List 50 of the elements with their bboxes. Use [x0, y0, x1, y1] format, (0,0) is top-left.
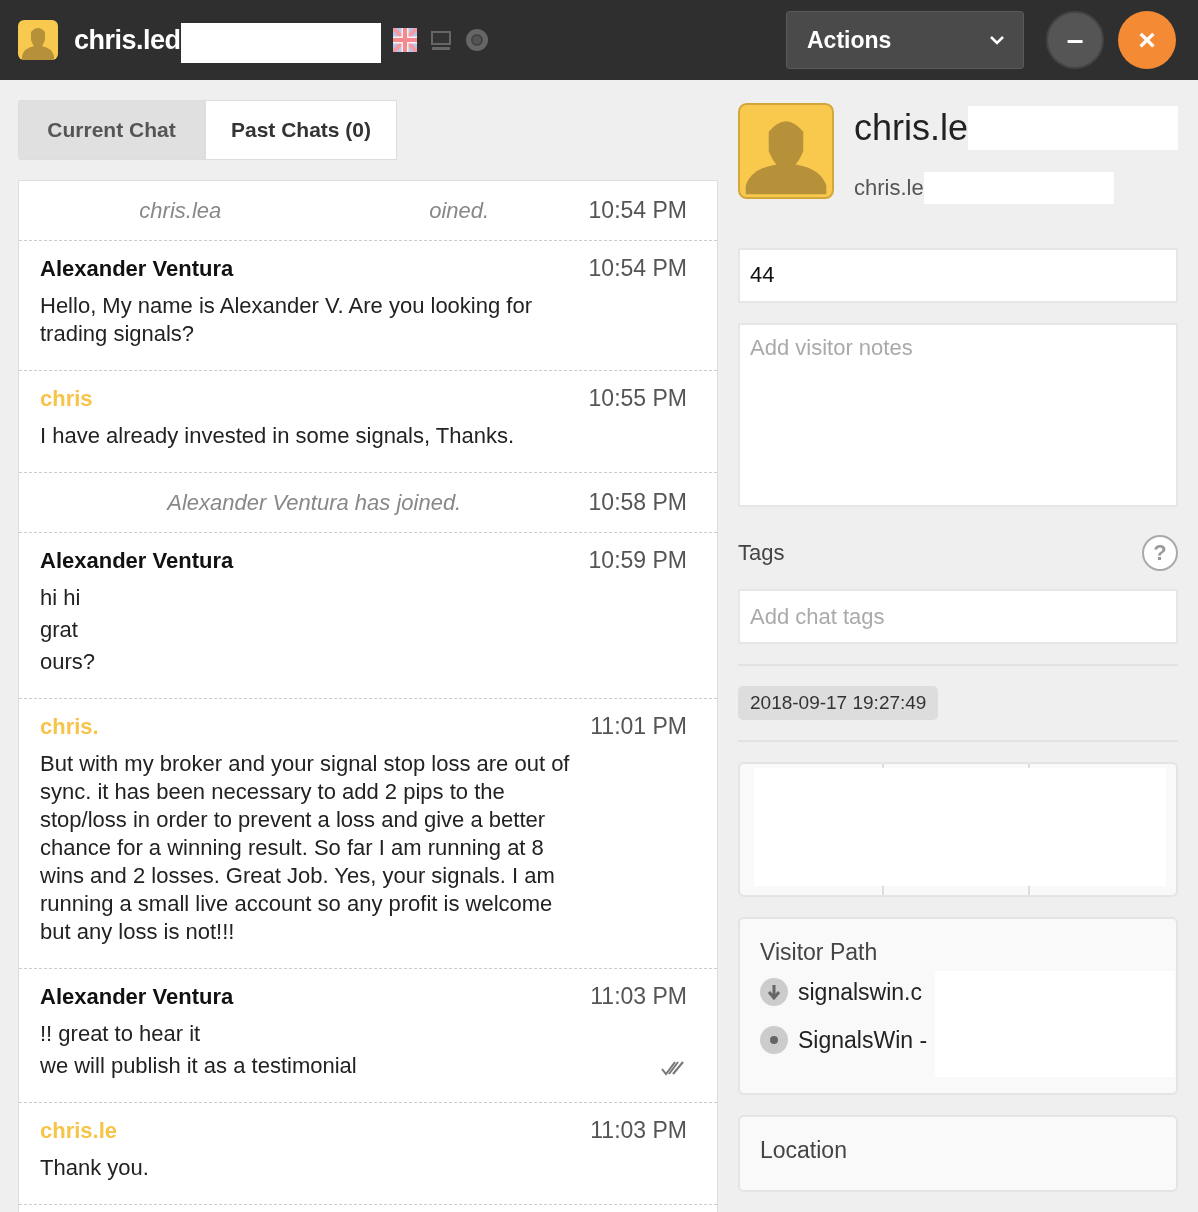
message-text: ours? — [40, 648, 97, 676]
arrow-down-icon — [760, 978, 788, 1007]
visitor-name: chris.led — [74, 24, 181, 56]
system-message: oined. — [429, 197, 490, 224]
message-text: !! great to hear it — [40, 1020, 202, 1048]
card-title: Visitor Path — [760, 939, 879, 967]
message-text: Thank you. — [40, 1154, 150, 1182]
message-text: we will publish it as a testimonial — [40, 1052, 358, 1080]
message-time: 10:55 PM — [588, 385, 687, 412]
timestamp-badge: 2018-09-17 19:27:49 — [738, 686, 939, 721]
tags-field[interactable]: Add chat tags — [738, 589, 1178, 645]
tab[interactable]: Current Chat — [18, 100, 205, 160]
path-entry[interactable]: signalswin.c — [798, 978, 922, 1006]
notes-field[interactable]: Add visitor notes — [738, 323, 1178, 508]
system-message: Alexander Ventura has joined. — [167, 489, 462, 516]
actions-dropdown[interactable]: Actions — [786, 11, 1024, 69]
message-author: Alexander Ventura — [40, 256, 234, 282]
profile-username: chris.le — [853, 175, 924, 201]
path-entry[interactable]: SignalsWin - — [798, 1026, 928, 1054]
avatar-icon — [18, 20, 58, 60]
message-text: hi hi — [40, 584, 82, 612]
message-time: 10:58 PM — [588, 489, 687, 516]
message-author: chris — [40, 386, 93, 412]
message-author: Alexander Ventura — [40, 548, 234, 574]
tags-label: Tags — [738, 540, 785, 567]
message-text: But with my broker and your signal stop loss are out of sync. it has been necessary to add 2 pips to the stop/loss in order to prevent a loss and give a better chance for a winning result. So far I am running at 8 wins and 2 losses. Great Job. Yes, your signals. I am running a small live account so any profit is welcome but any loss is not!!! — [40, 750, 571, 946]
message-time: 10:59 PM — [588, 547, 687, 574]
message-text: I have already invested in some signals, Thanks. — [40, 422, 516, 450]
profile-name: chris.le — [853, 107, 968, 149]
message-author: chris. — [40, 714, 99, 740]
message-time: 10:54 PM — [588, 197, 687, 224]
message-text: grat — [40, 616, 79, 644]
message-author: Alexander Ventura — [40, 984, 234, 1010]
message-time: 10:54 PM — [588, 255, 687, 282]
avatar-icon — [738, 100, 834, 202]
phone-field[interactable]: 44 — [738, 248, 1178, 303]
dot-icon — [760, 1026, 788, 1055]
card-title: Location — [760, 1137, 847, 1164]
message-time: 11:03 PM — [590, 1117, 687, 1144]
tab[interactable]: Past Chats (0) — [205, 100, 398, 160]
system-message: chris.lea — [139, 197, 222, 224]
message-author: chris.le — [40, 1118, 118, 1144]
browser-icon — [464, 28, 489, 52]
monitor-icon — [428, 28, 453, 52]
flag-icon — [392, 28, 417, 52]
minimize-button[interactable]: – — [1046, 11, 1104, 69]
message-text: Hello, My name is Alexander V. Are you looking for trading signals? — [40, 292, 533, 348]
caret-icon — [989, 35, 1005, 45]
message-time: 11:01 PM — [590, 713, 687, 740]
message-time: 11:03 PM — [590, 983, 687, 1010]
